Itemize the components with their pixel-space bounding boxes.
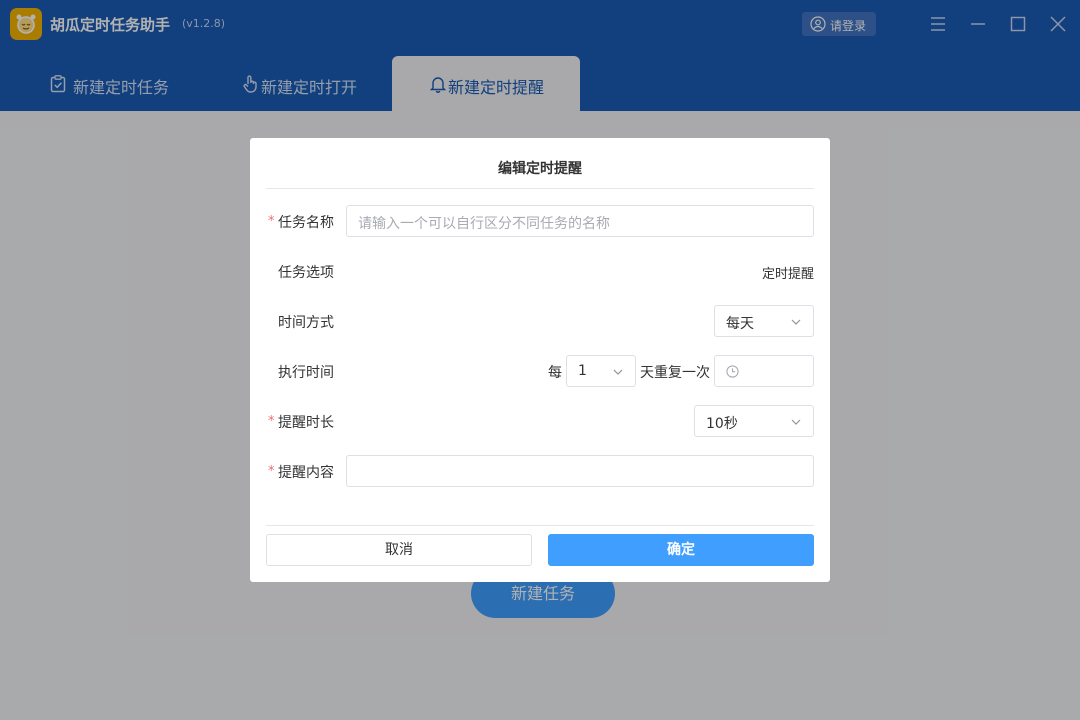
task-option-label: 任务选项 bbox=[278, 265, 334, 281]
required-mark: * bbox=[268, 414, 275, 429]
exec-time-label: 执行时间 bbox=[278, 365, 334, 381]
cancel-button[interactable]: 取消 bbox=[266, 534, 532, 566]
required-mark: * bbox=[268, 214, 275, 229]
remind-content-label: 提醒内容 bbox=[278, 465, 334, 481]
remind-content-input[interactable] bbox=[346, 455, 814, 487]
confirm-button[interactable]: 确定 bbox=[548, 534, 814, 566]
exec-time-suffix: 天重复一次 bbox=[640, 365, 710, 381]
interval-select[interactable]: 1 bbox=[566, 355, 636, 387]
divider bbox=[266, 525, 814, 526]
task-option-value: 定时提醒 bbox=[761, 267, 814, 282]
time-mode-label: 时间方式 bbox=[278, 315, 334, 331]
edit-reminder-dialog: 编辑定时提醒 * 任务名称 请输入一个可以自行区分不同任务的名称 任务选项 定时… bbox=[250, 138, 830, 582]
task-name-label: 任务名称 bbox=[278, 215, 334, 231]
divider bbox=[266, 188, 814, 189]
time-mode-value: 每天 bbox=[726, 316, 754, 332]
interval-value: 1 bbox=[578, 363, 587, 379]
remind-duration-label: 提醒时长 bbox=[278, 415, 334, 431]
chevron-down-icon bbox=[791, 419, 801, 425]
task-name-placeholder: 请输入一个可以自行区分不同任务的名称 bbox=[358, 216, 610, 232]
chevron-down-icon bbox=[613, 369, 623, 375]
remind-duration-select[interactable]: 10秒 bbox=[694, 405, 814, 437]
time-picker[interactable] bbox=[714, 355, 814, 387]
time-mode-select[interactable]: 每天 bbox=[714, 305, 814, 337]
chevron-down-icon bbox=[791, 319, 801, 325]
exec-time-prefix: 每 bbox=[548, 365, 562, 381]
dialog-title: 编辑定时提醒 bbox=[498, 161, 582, 177]
task-name-input[interactable]: 请输入一个可以自行区分不同任务的名称 bbox=[346, 205, 814, 237]
remind-duration-value: 10秒 bbox=[706, 416, 738, 432]
required-mark: * bbox=[268, 464, 275, 479]
clock-icon bbox=[726, 365, 739, 378]
